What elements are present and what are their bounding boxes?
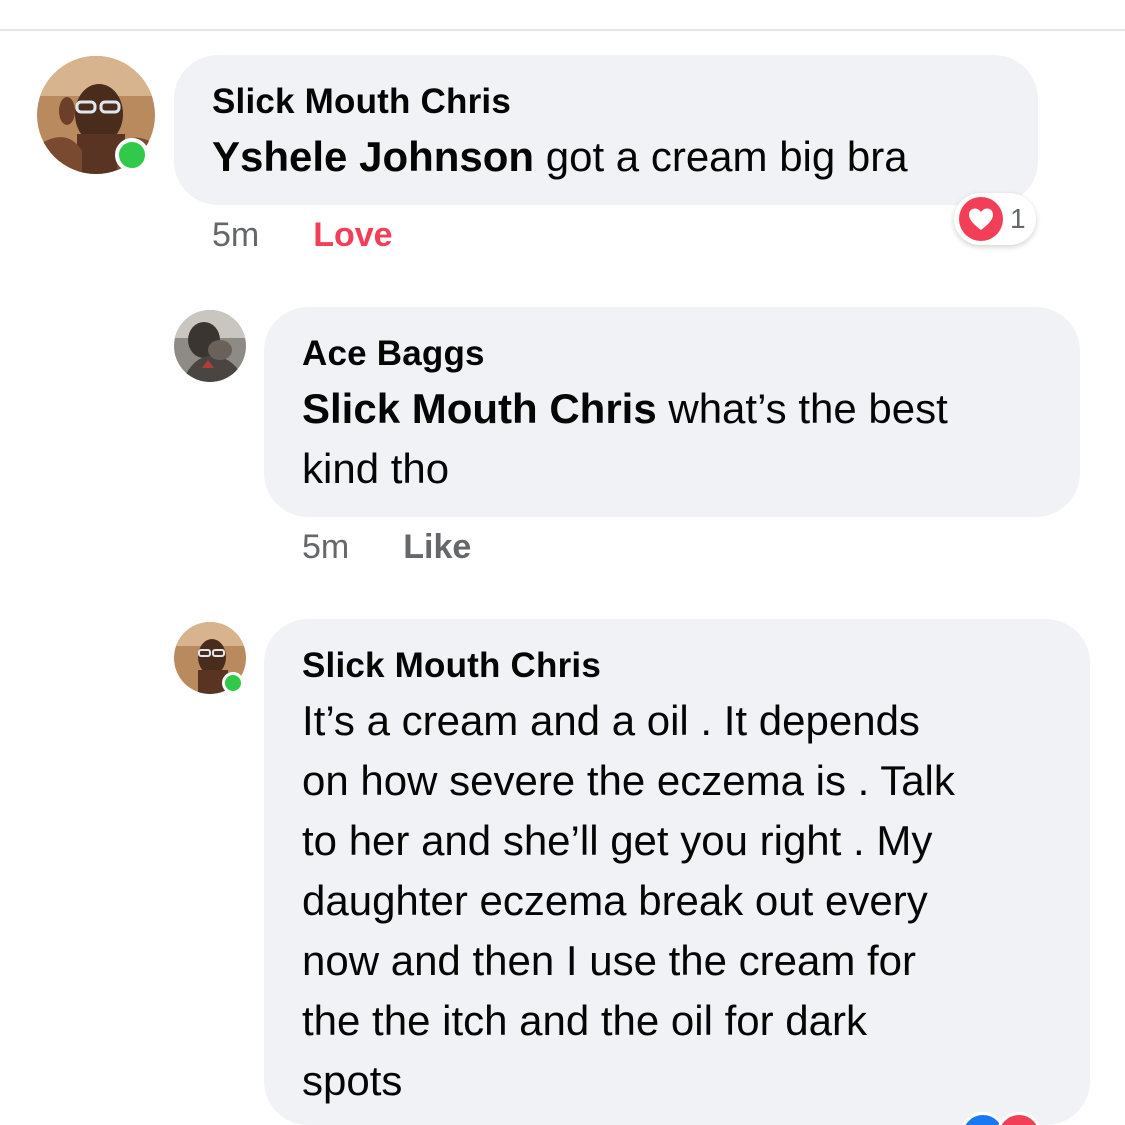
profile-photo: [174, 310, 246, 382]
comment-body: got a cream big bra: [534, 133, 908, 180]
comment-meta: 5m Like: [302, 528, 471, 567]
avatar[interactable]: [174, 310, 246, 382]
comment-text: Yshele Johnson got a cream big bra: [212, 129, 1000, 185]
divider: [0, 29, 1125, 31]
comment-line: It’s a cream and a oil . It depends: [302, 697, 920, 744]
comment-line: now and then I use the cream for: [302, 937, 917, 984]
comment-line: to her and she’ll get you right . My: [302, 817, 933, 864]
comment-author[interactable]: Slick Mouth Chris: [212, 81, 1000, 123]
heart-icon: [959, 197, 1003, 241]
comment-line: the the itch and the oil for dark: [302, 997, 868, 1044]
comment-bubble[interactable]: Ace Baggs Slick Mouth Chris what’s the b…: [264, 307, 1080, 517]
comment-bubble[interactable]: Slick Mouth Chris It’s a cream and a oil…: [264, 619, 1090, 1125]
comment-body: kind tho: [302, 445, 450, 492]
comment-author[interactable]: Slick Mouth Chris: [302, 645, 1052, 687]
comment-author[interactable]: Ace Baggs: [302, 333, 1042, 375]
comment-meta: 5m Love: [212, 216, 393, 255]
avatar[interactable]: [174, 622, 246, 694]
comment-line: daughter eczema break out every: [302, 877, 928, 924]
comment-line: on how severe the eczema is . Talk: [302, 757, 955, 804]
online-status-dot: [222, 672, 244, 694]
reaction-summary[interactable]: [960, 1112, 1042, 1125]
online-status-dot: [115, 138, 149, 172]
reaction-summary[interactable]: 1: [954, 193, 1036, 245]
reaction-count: 1: [1010, 203, 1026, 234]
avatar[interactable]: [37, 56, 155, 174]
comment-body: what’s the best: [656, 385, 948, 432]
timestamp[interactable]: 5m: [302, 528, 349, 567]
mention-link[interactable]: Slick Mouth Chris: [302, 385, 657, 432]
comment-bubble[interactable]: Slick Mouth Chris Yshele Johnson got a c…: [174, 55, 1038, 205]
comment-text: It’s a cream and a oil . It depends on h…: [302, 691, 1052, 1111]
love-button[interactable]: Love: [313, 216, 392, 255]
comment-text: Slick Mouth Chris what’s the best kind t…: [302, 379, 1042, 499]
like-button[interactable]: Like: [403, 528, 471, 567]
comment-line: spots: [302, 1057, 403, 1104]
mention-link[interactable]: Yshele Johnson: [212, 133, 534, 180]
timestamp[interactable]: 5m: [212, 216, 259, 255]
comment-thread: Slick Mouth Chris Yshele Johnson got a c…: [0, 0, 1125, 1125]
